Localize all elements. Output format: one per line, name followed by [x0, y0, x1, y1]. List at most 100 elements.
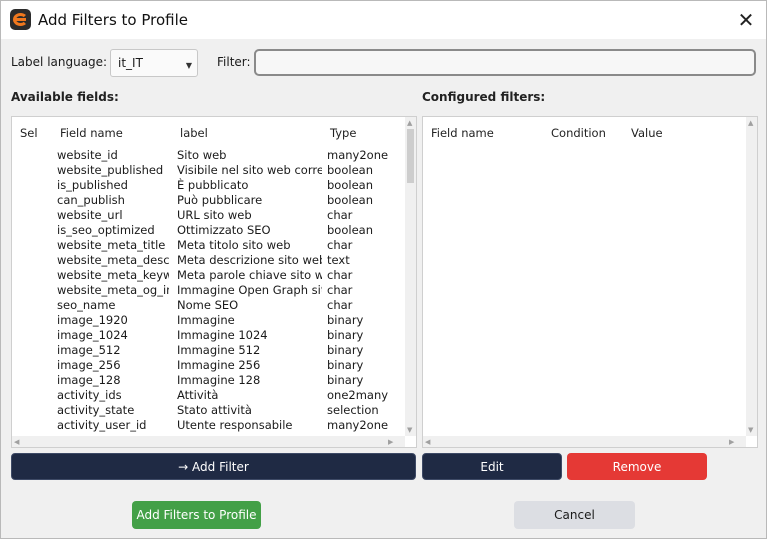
- label-cell: Meta titolo sito web: [177, 238, 291, 252]
- column-header-type[interactable]: Type: [330, 126, 356, 140]
- table-row[interactable]: website_published Visibile nel sito web c…: [12, 163, 407, 178]
- window-title: Add Filters to Profile: [38, 11, 189, 29]
- type-cell: many2one: [327, 418, 389, 432]
- scroll-right-arrow-icon[interactable]: ▶: [388, 438, 393, 446]
- table-row[interactable]: activity_state Stato attività selection: [12, 403, 407, 418]
- scroll-right-arrow-icon[interactable]: ▶: [729, 438, 734, 446]
- type-cell: selection: [327, 403, 379, 417]
- label-cell: URL sito web: [177, 208, 252, 222]
- field-name-cell: activity_user_id: [57, 418, 147, 432]
- type-cell: binary: [327, 373, 364, 387]
- type-cell: one2many: [327, 388, 389, 402]
- field-name-cell: image_256: [57, 358, 121, 372]
- field-name-cell: activity_state: [57, 403, 135, 417]
- remove-button[interactable]: Remove: [567, 453, 707, 480]
- type-cell: binary: [327, 358, 364, 372]
- label-cell: Immagine: [177, 313, 235, 327]
- available-fields-table: Sel Field name label Type website_id Sito…: [11, 116, 417, 448]
- field-name-cell: image_128: [57, 373, 121, 387]
- table-row[interactable]: seo_name Nome SEO char: [12, 298, 407, 313]
- field-name-cell: is_seo_optimized: [57, 223, 155, 237]
- type-cell: boolean: [327, 223, 373, 237]
- table-row[interactable]: website_url URL sito web char: [12, 208, 407, 223]
- scroll-up-arrow-icon[interactable]: ▲: [407, 119, 412, 127]
- cancel-button[interactable]: Cancel: [514, 501, 635, 529]
- type-cell: char: [327, 268, 353, 282]
- add-filter-button[interactable]: → Add Filter: [11, 453, 416, 480]
- field-name-cell: website_meta_title: [57, 238, 166, 252]
- table-row[interactable]: image_128 Immagine 128 binary: [12, 373, 407, 388]
- field-name-cell: website_id: [57, 148, 118, 162]
- column-header-condition[interactable]: Condition: [551, 126, 606, 140]
- type-cell: boolean: [327, 163, 373, 177]
- column-header-sel[interactable]: Sel: [20, 126, 38, 140]
- field-name-cell: website_meta_keywords: [57, 268, 169, 282]
- field-name-cell: website_meta_description: [57, 253, 169, 267]
- label-cell: Immagine 128: [177, 373, 261, 387]
- field-name-cell: image_1920: [57, 313, 128, 327]
- table-row[interactable]: website_meta_og_img Immagine Open Graph s…: [12, 283, 407, 298]
- label-cell: Visibile nel sito web corrente: [177, 163, 322, 177]
- table-row[interactable]: can_publish Può pubblicare boolean: [12, 193, 407, 208]
- horizontal-scrollbar[interactable]: ◀ ▶: [12, 436, 405, 447]
- field-name-cell: activity_ids: [57, 388, 122, 402]
- field-name-cell: website_published: [57, 163, 164, 177]
- label-cell: Sito web: [177, 148, 227, 162]
- table-row[interactable]: image_1920 Immagine binary: [12, 313, 407, 328]
- scroll-left-arrow-icon[interactable]: ◀: [425, 438, 430, 446]
- table-row[interactable]: is_published È pubblicato boolean: [12, 178, 407, 193]
- label-language-select[interactable]: it_IT ▼: [110, 49, 198, 77]
- table-row[interactable]: website_id Sito web many2one: [12, 148, 407, 163]
- type-cell: char: [327, 298, 353, 312]
- scrollbar-thumb[interactable]: [407, 129, 414, 183]
- configured-filters-heading: Configured filters:: [422, 90, 546, 104]
- type-cell: char: [327, 208, 353, 222]
- dialog-window: Add Filters to Profile ✕ Label language:…: [0, 0, 767, 539]
- label-language-label: Label language:: [11, 55, 108, 69]
- field-name-cell: can_publish: [57, 193, 125, 207]
- table-row[interactable]: image_512 Immagine 512 binary: [12, 343, 407, 358]
- horizontal-scrollbar[interactable]: ◀ ▶: [423, 436, 746, 447]
- field-name-cell: seo_name: [57, 298, 116, 312]
- close-icon[interactable]: ✕: [724, 1, 767, 39]
- edit-button[interactable]: Edit: [422, 453, 562, 480]
- label-cell: Immagine Open Graph sito web: [177, 283, 322, 297]
- filter-label: Filter:: [217, 55, 251, 69]
- table-row[interactable]: activity_ids Attività one2many: [12, 388, 407, 403]
- add-filters-to-profile-button[interactable]: Add Filters to Profile: [132, 501, 261, 529]
- label-cell: Attività: [177, 388, 219, 402]
- table-row[interactable]: image_256 Immagine 256 binary: [12, 358, 407, 373]
- scroll-up-arrow-icon[interactable]: ▲: [748, 119, 753, 127]
- type-cell: binary: [327, 313, 364, 327]
- label-cell: Può pubblicare: [177, 193, 263, 207]
- title-bar[interactable]: Add Filters to Profile ✕: [1, 1, 766, 39]
- label-cell: Meta descrizione sito web: [177, 253, 322, 267]
- column-header-value[interactable]: Value: [631, 126, 663, 140]
- filter-input[interactable]: [254, 49, 756, 76]
- table-row[interactable]: website_meta_keywords Meta parole chiave …: [12, 268, 407, 283]
- label-cell: Immagine 256: [177, 358, 261, 372]
- field-name-cell: image_512: [57, 343, 121, 357]
- scroll-down-arrow-icon[interactable]: ▼: [407, 426, 412, 434]
- column-header-field-name[interactable]: Field name: [431, 126, 494, 140]
- label-cell: Stato attività: [177, 403, 252, 417]
- scroll-down-arrow-icon[interactable]: ▼: [748, 426, 753, 434]
- type-cell: text: [327, 253, 350, 267]
- table-row[interactable]: website_meta_title Meta titolo sito web ch…: [12, 238, 407, 253]
- column-header-label[interactable]: label: [180, 126, 208, 140]
- app-logo-icon: [10, 9, 31, 30]
- scroll-left-arrow-icon[interactable]: ◀: [14, 438, 19, 446]
- vertical-scrollbar[interactable]: ▲ ▼: [405, 117, 416, 436]
- type-cell: boolean: [327, 193, 373, 207]
- table-row[interactable]: image_1024 Immagine 1024 binary: [12, 328, 407, 343]
- field-name-cell: is_published: [57, 178, 128, 192]
- vertical-scrollbar[interactable]: ▲ ▼: [746, 117, 757, 436]
- column-header-field-name[interactable]: Field name: [60, 126, 123, 140]
- configured-filters-table: Field name Condition Value ▲ ▼ ◀ ▶: [422, 116, 758, 448]
- field-name-cell: website_meta_og_img: [57, 283, 169, 297]
- label-cell: Immagine 1024: [177, 328, 268, 342]
- table-row[interactable]: website_meta_description Meta descrizione…: [12, 253, 407, 268]
- table-row[interactable]: activity_user_id Utente responsabile many2…: [12, 418, 407, 433]
- field-name-cell: image_1024: [57, 328, 128, 342]
- table-row[interactable]: is_seo_optimized Ottimizzato SEO boolean: [12, 223, 407, 238]
